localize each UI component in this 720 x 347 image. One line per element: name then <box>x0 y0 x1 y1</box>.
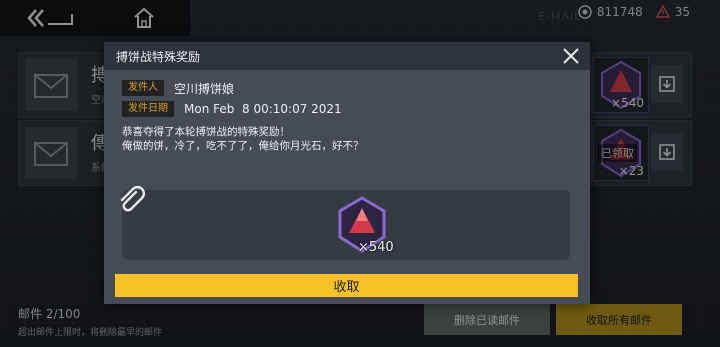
sender-label: 发件人 <box>122 80 164 96</box>
attachment-count: ×540 <box>358 240 394 255</box>
date-label: 发件日期 <box>122 101 174 117</box>
dialog-title: 搏饼战特殊奖励 <box>116 50 201 64</box>
claim-button[interactable]: 收取 <box>115 274 578 297</box>
message-line-2: 俺做的饼，冷了，吃不了了，俺给你月光石，好不？ <box>122 140 364 152</box>
date-row: 发件日期 Mon Feb 8 00:10:07 2021 <box>122 101 342 117</box>
sender-row: 发件人 空川搏饼娘 <box>122 80 234 96</box>
close-button[interactable] <box>562 47 580 65</box>
sender-name: 空川搏饼娘 <box>174 81 235 96</box>
dialog-header: 搏饼战特殊奖励 <box>104 42 590 70</box>
close-icon <box>563 48 579 64</box>
attachment-area: ×540 <box>122 190 570 260</box>
mail-detail-dialog: 搏饼战特殊奖励 发件人 空川搏饼娘 发件日期 Mon Feb 8 00:10:0… <box>104 42 590 304</box>
paperclip-icon <box>116 184 148 216</box>
message-line-1: 恭喜夺得了本轮搏饼战的特殊奖励！ <box>122 126 290 138</box>
send-date: Mon Feb 8 00:10:07 2021 <box>184 102 342 116</box>
